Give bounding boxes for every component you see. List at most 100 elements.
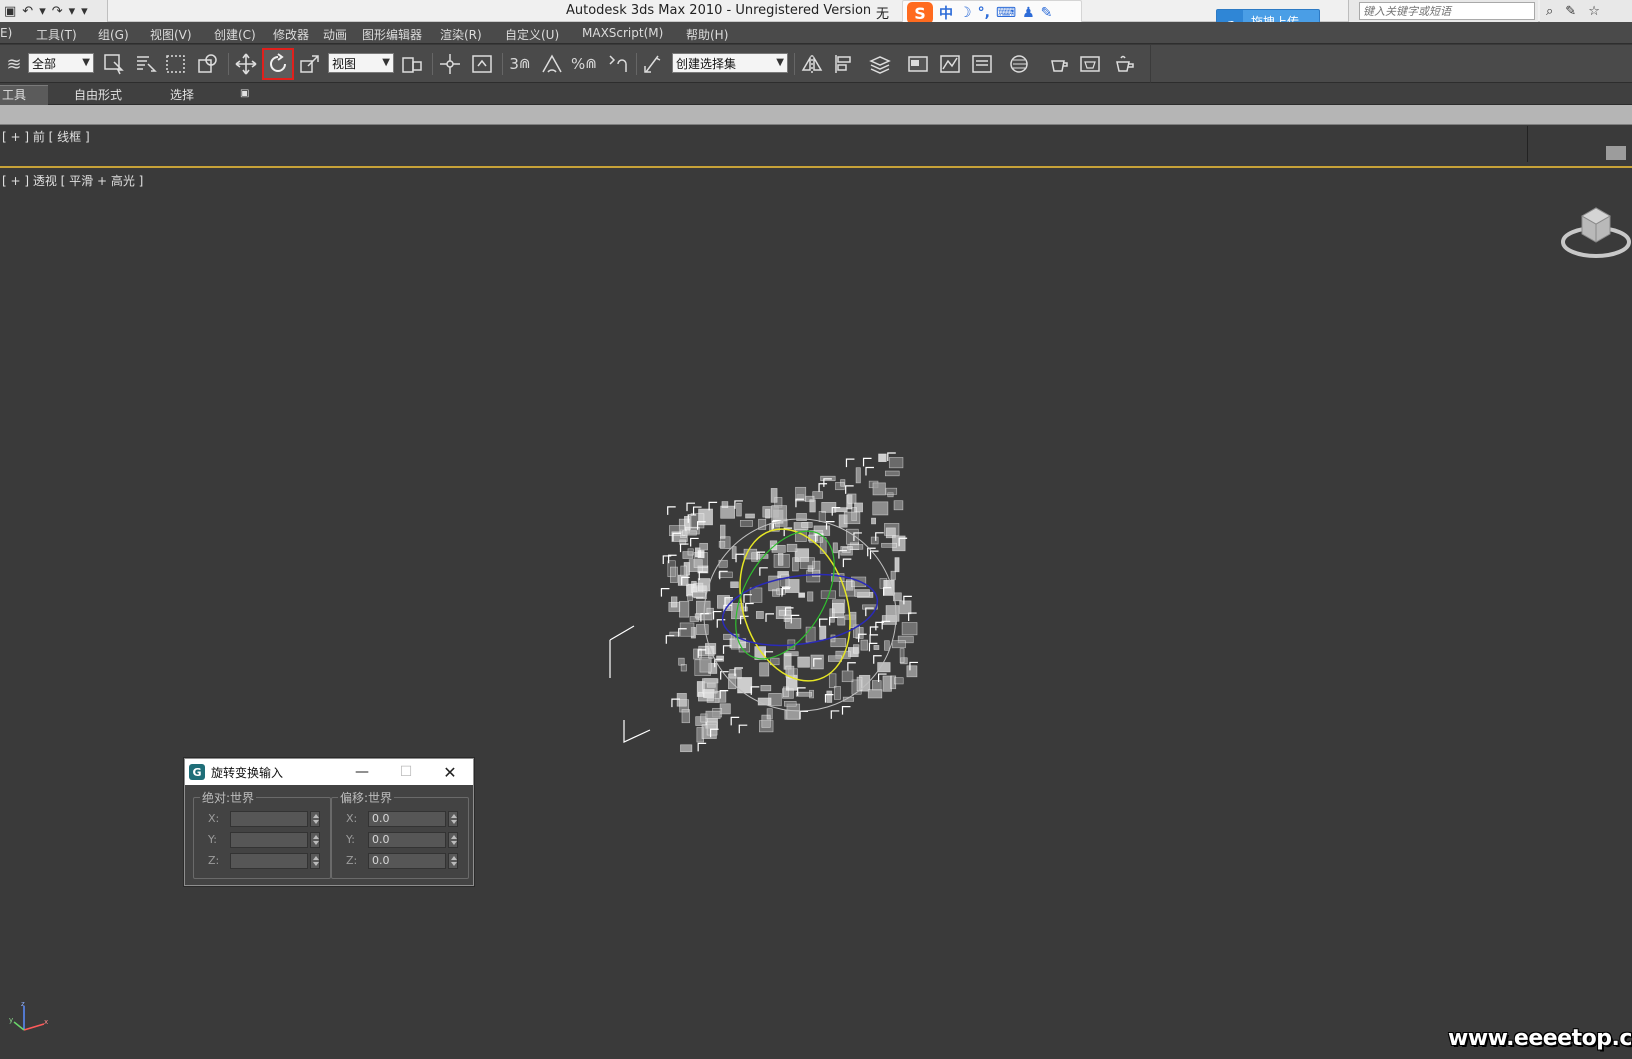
select-object-icon[interactable] bbox=[100, 50, 128, 78]
dropdown-icon[interactable]: ▾ bbox=[69, 4, 76, 19]
perspective-viewport-label[interactable]: [ + ] 透视 [ 平滑 + 高光 ] bbox=[2, 172, 143, 189]
snap-toggle-icon[interactable]: 3 ⋒ bbox=[506, 50, 534, 78]
menu-tools[interactable]: 工具(T) bbox=[36, 26, 77, 43]
material-editor-icon[interactable] bbox=[1006, 50, 1034, 78]
menu-create[interactable]: 创建(C) bbox=[214, 26, 256, 43]
spinner-snap-icon[interactable] bbox=[602, 50, 630, 78]
align-icon[interactable] bbox=[830, 50, 858, 78]
binoculars-icon[interactable]: ⌕ bbox=[1546, 4, 1553, 19]
offset-y-field[interactable]: 0.0 bbox=[368, 832, 446, 848]
building-block bbox=[833, 686, 841, 700]
rendered-frame-window-icon[interactable] bbox=[1076, 50, 1104, 78]
mirror-icon[interactable] bbox=[798, 50, 826, 78]
percent-snap-icon[interactable]: % ⋒ bbox=[570, 50, 598, 78]
select-by-name-icon[interactable] bbox=[132, 50, 160, 78]
offset-x-field[interactable]: 0.0 bbox=[368, 811, 446, 827]
building-block bbox=[878, 453, 887, 463]
ribbon-tab-selection[interactable]: 选择 bbox=[170, 86, 194, 103]
layer-manager-icon[interactable] bbox=[866, 50, 894, 78]
axis-y-label: Y: bbox=[346, 833, 355, 846]
offset-z-field[interactable]: 0.0 bbox=[368, 853, 446, 869]
angle-snap-icon[interactable] bbox=[538, 50, 566, 78]
ime-punctuation-icon[interactable]: °, bbox=[978, 5, 990, 21]
front-viewport-label[interactable]: [ + ] 前 [ 线框 ] bbox=[2, 128, 90, 145]
app-title-suffix: 无 bbox=[876, 7, 890, 22]
menu-edit[interactable]: E) bbox=[0, 26, 12, 40]
selection-filter-dropdown[interactable]: 全部 ▼ bbox=[28, 53, 94, 73]
menu-animation[interactable]: 动画 bbox=[323, 26, 347, 43]
building-block bbox=[819, 625, 827, 640]
offset-x-spinner[interactable] bbox=[448, 811, 458, 827]
title-bar: ▣ ↶ ▾ ↷ ▾ ▾ Autodesk 3ds Max 2010 - Unre… bbox=[0, 0, 1632, 34]
building-block bbox=[899, 648, 905, 664]
ime-chinese-mode[interactable]: 中 bbox=[939, 3, 953, 23]
absolute-z-spinner[interactable] bbox=[310, 853, 320, 869]
menu-views[interactable]: 视图(V) bbox=[150, 26, 192, 43]
absolute-y-field[interactable] bbox=[230, 832, 308, 848]
render-setup-icon[interactable] bbox=[1044, 50, 1072, 78]
redo-icon[interactable]: ↷ bbox=[52, 4, 63, 19]
close-icon[interactable]: ✕ bbox=[439, 761, 461, 783]
building-block bbox=[786, 543, 798, 552]
ribbon-dropdown-icon[interactable]: ▣ bbox=[240, 88, 249, 99]
edit-named-selection-icon[interactable] bbox=[640, 50, 668, 78]
ime-tools-icon[interactable]: ✎ bbox=[1041, 5, 1053, 21]
city-model-selection[interactable] bbox=[600, 420, 960, 800]
undo-icon[interactable]: ↶ bbox=[22, 4, 33, 19]
menu-group[interactable]: 组(G) bbox=[98, 26, 129, 43]
front-viewport[interactable]: [ + ] 前 [ 线框 ] bbox=[0, 126, 1632, 168]
curve-editor-icon[interactable] bbox=[936, 50, 964, 78]
building-block bbox=[784, 651, 799, 657]
link-icon[interactable]: ≋ bbox=[0, 50, 28, 78]
menu-maxscript[interactable]: MAXScript(M) bbox=[582, 26, 663, 40]
dialog-titlebar[interactable]: G 旋转变换输入 — ☐ ✕ bbox=[185, 759, 473, 785]
ime-user-icon[interactable]: ♟ bbox=[1022, 5, 1035, 21]
render-production-icon[interactable] bbox=[1110, 50, 1138, 78]
select-move-icon[interactable] bbox=[232, 50, 260, 78]
building-block bbox=[687, 594, 693, 601]
menu-help[interactable]: 帮助(H) bbox=[686, 26, 728, 43]
absolute-z-field[interactable] bbox=[230, 853, 308, 869]
building-block bbox=[834, 507, 848, 513]
ime-halfwidth-icon[interactable]: ☽ bbox=[959, 5, 972, 21]
star-icon[interactable]: ☆ bbox=[1588, 4, 1600, 19]
manipulate-icon[interactable] bbox=[436, 50, 464, 78]
pivot-center-icon[interactable] bbox=[398, 50, 426, 78]
menu-customize[interactable]: 自定义(U) bbox=[505, 26, 559, 43]
reference-coord-dropdown[interactable]: 视图 ▼ bbox=[328, 53, 394, 73]
chevron-down-icon: ▼ bbox=[82, 57, 90, 68]
search-input[interactable] bbox=[1359, 2, 1535, 20]
select-scale-icon[interactable] bbox=[296, 50, 324, 78]
building-block bbox=[777, 553, 784, 566]
absolute-x-field[interactable] bbox=[230, 811, 308, 827]
offset-y-spinner[interactable] bbox=[448, 832, 458, 848]
customize-icon[interactable]: ▾ bbox=[81, 4, 88, 19]
schematic-view-icon[interactable] bbox=[968, 50, 996, 78]
ribbon-tab-freeform[interactable]: 自由形式 bbox=[74, 86, 122, 103]
select-rotate-icon[interactable] bbox=[262, 48, 294, 80]
wrench-icon[interactable]: ✎ bbox=[1565, 4, 1576, 19]
absolute-x-spinner[interactable] bbox=[310, 811, 320, 827]
viewport-scroll-handle[interactable] bbox=[1606, 146, 1626, 160]
minimize-icon[interactable]: — bbox=[351, 761, 373, 783]
menu-rendering[interactable]: 渲染(R) bbox=[440, 26, 482, 43]
keyboard-shortcut-icon[interactable] bbox=[468, 50, 496, 78]
window-crossing-icon[interactable] bbox=[194, 50, 222, 78]
ribbon-tab-tools[interactable]: 工具 bbox=[2, 86, 26, 103]
main-toolbar: ≋ 全部 ▼ 视图 ▼ 3 ⋒ % ⋒ 创建选择集 ▼ bbox=[0, 45, 1150, 83]
offset-z-spinner[interactable] bbox=[448, 853, 458, 869]
viewcube-icon[interactable] bbox=[1560, 196, 1632, 266]
sogou-ime-icon[interactable]: S bbox=[907, 2, 933, 24]
menu-modifiers[interactable]: 修改器 bbox=[273, 26, 309, 43]
dropdown-icon[interactable]: ▾ bbox=[39, 4, 46, 19]
menu-graph-editors[interactable]: 图形编辑器 bbox=[362, 26, 422, 43]
save-icon[interactable]: ▣ bbox=[4, 4, 16, 19]
named-selection-dropdown[interactable]: 创建选择集 ▼ bbox=[672, 53, 788, 73]
rectangular-selection-icon[interactable] bbox=[162, 50, 190, 78]
absolute-y-spinner[interactable] bbox=[310, 832, 320, 848]
building-block bbox=[766, 708, 773, 720]
building-block bbox=[699, 656, 712, 673]
ime-keyboard-icon[interactable]: ⌨ bbox=[996, 5, 1016, 21]
graphite-toolset-icon[interactable] bbox=[904, 50, 932, 78]
selection-bracket bbox=[830, 710, 840, 719]
